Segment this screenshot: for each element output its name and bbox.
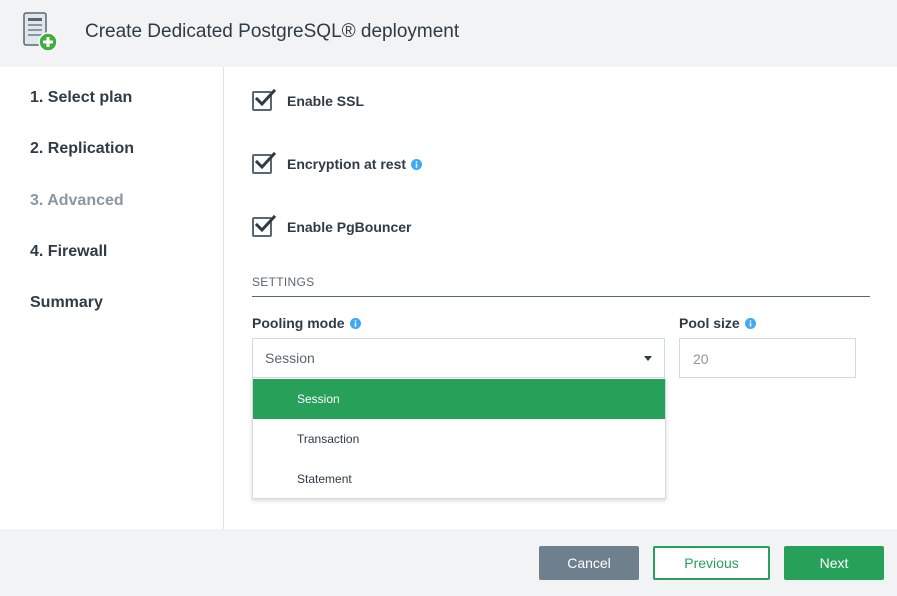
dialog-header: Create Dedicated PostgreSQL® deployment [0,0,897,67]
wizard-steps: 1. Select plan 2. Replication 3. Advance… [0,67,224,529]
info-icon[interactable] [744,317,756,329]
caret-down-icon [644,356,652,361]
pooling-mode-label: Pooling mode [252,315,345,331]
pooling-mode-value: Session [265,350,315,366]
previous-button[interactable]: Previous [653,546,770,580]
option-session[interactable]: Session [253,379,665,419]
option-statement[interactable]: Statement [253,459,665,499]
settings-divider [252,296,870,297]
ssl-option: Enable SSL [252,88,365,111]
ssl-label: Enable SSL [287,93,365,109]
encryption-option: Encryption at rest [252,151,423,174]
info-icon[interactable] [411,158,423,170]
encryption-label: Encryption at rest [287,156,407,172]
pool-size-label: Pool size [679,315,740,331]
dialog-title: Create Dedicated PostgreSQL® deployment [85,21,460,42]
pgbouncer-label: Enable PgBouncer [287,219,412,235]
pgbouncer-checkbox[interactable] [252,214,277,237]
pooling-mode-label-row: Pooling mode [252,315,361,331]
cancel-button[interactable]: Cancel [539,546,639,580]
step-replication[interactable]: 2. Replication [30,140,134,158]
pgbouncer-option: Enable PgBouncer [252,214,412,237]
next-button[interactable]: Next [784,546,884,580]
pooling-mode-select[interactable]: Session [252,338,665,378]
pool-size-value: 20 [693,351,709,367]
ssl-checkbox[interactable] [252,88,277,111]
encryption-checkbox[interactable] [252,151,277,174]
pooling-mode-dropdown: Session Transaction Statement [252,378,666,499]
checkmark-icon [254,151,277,170]
pool-size-label-row: Pool size [679,315,756,331]
step-summary[interactable]: Summary [30,294,103,312]
checkmark-icon [254,214,277,233]
pool-size-input[interactable]: 20 [679,338,856,378]
settings-heading: SETTINGS [252,275,315,289]
dialog-footer: Cancel Previous Next [0,529,897,596]
checkmark-icon [254,88,277,107]
info-icon[interactable] [349,317,361,329]
step-advanced[interactable]: 3. Advanced [30,192,124,210]
step-select-plan[interactable]: 1. Select plan [30,89,132,107]
step-firewall[interactable]: 4. Firewall [30,243,107,261]
server-add-icon [23,12,58,52]
option-transaction[interactable]: Transaction [253,419,665,459]
advanced-panel: Enable SSL Encryption at rest Enable PgB… [224,67,897,529]
